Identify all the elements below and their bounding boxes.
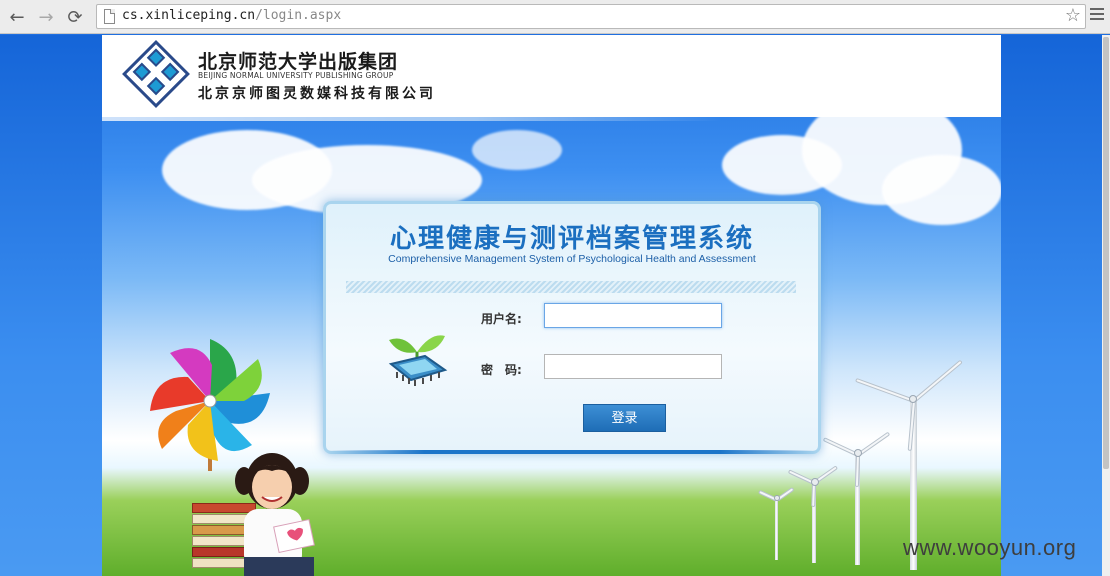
- title-divider: [346, 281, 796, 293]
- login-panel: 心理健康与测评档案管理系统 Comprehensive Management S…: [323, 201, 821, 454]
- page-viewport: 北京师范大学出版集团 BEIJING NORMAL UNIVERSITY PUB…: [0, 35, 1110, 576]
- system-title: 心理健康与测评档案管理系统: [389, 224, 754, 254]
- url-path: /login.aspx: [255, 8, 342, 23]
- company-name: 北京京师图灵数媒科技有限公司: [198, 86, 436, 102]
- address-bar[interactable]: cs.xinliceping.cn/login.aspx ☆: [96, 4, 1086, 29]
- cloud: [882, 155, 1001, 225]
- password-input[interactable]: [544, 354, 722, 379]
- login-button[interactable]: 登录: [583, 404, 666, 432]
- header-divider: [102, 117, 722, 121]
- password-label: 密 码:: [481, 363, 522, 377]
- scrollbar-thumb[interactable]: [1103, 37, 1109, 469]
- menu-icon[interactable]: [1090, 8, 1104, 22]
- forward-arrow-icon[interactable]: →: [35, 6, 57, 28]
- watermark: www.wooyun.org: [903, 535, 1077, 560]
- login-page: 北京师范大学出版集团 BEIJING NORMAL UNIVERSITY PUB…: [102, 35, 1001, 576]
- username-label: 用户名:: [481, 312, 522, 326]
- girl-illustration: [235, 453, 315, 576]
- url-host: cs.xinliceping.cn: [122, 8, 256, 23]
- system-subtitle: Comprehensive Management System of Psych…: [388, 253, 756, 265]
- org-name: 北京师范大学出版集团: [198, 51, 399, 73]
- cloud: [472, 130, 562, 170]
- url-text[interactable]: cs.xinliceping.cn/login.aspx: [122, 8, 341, 23]
- browser-toolbar: ← → ⟳ cs.xinliceping.cn/login.aspx ☆: [0, 0, 1110, 34]
- vertical-scrollbar[interactable]: [1102, 35, 1110, 576]
- username-input[interactable]: [544, 303, 722, 328]
- star-icon[interactable]: ☆: [1065, 5, 1081, 26]
- page-icon: [104, 9, 115, 24]
- reload-icon[interactable]: ⟳: [64, 6, 86, 28]
- org-name-en: BEIJING NORMAL UNIVERSITY PUBLISHING GRO…: [198, 71, 394, 80]
- back-arrow-icon[interactable]: ←: [6, 6, 28, 28]
- sprout-chip-icon: [388, 335, 448, 386]
